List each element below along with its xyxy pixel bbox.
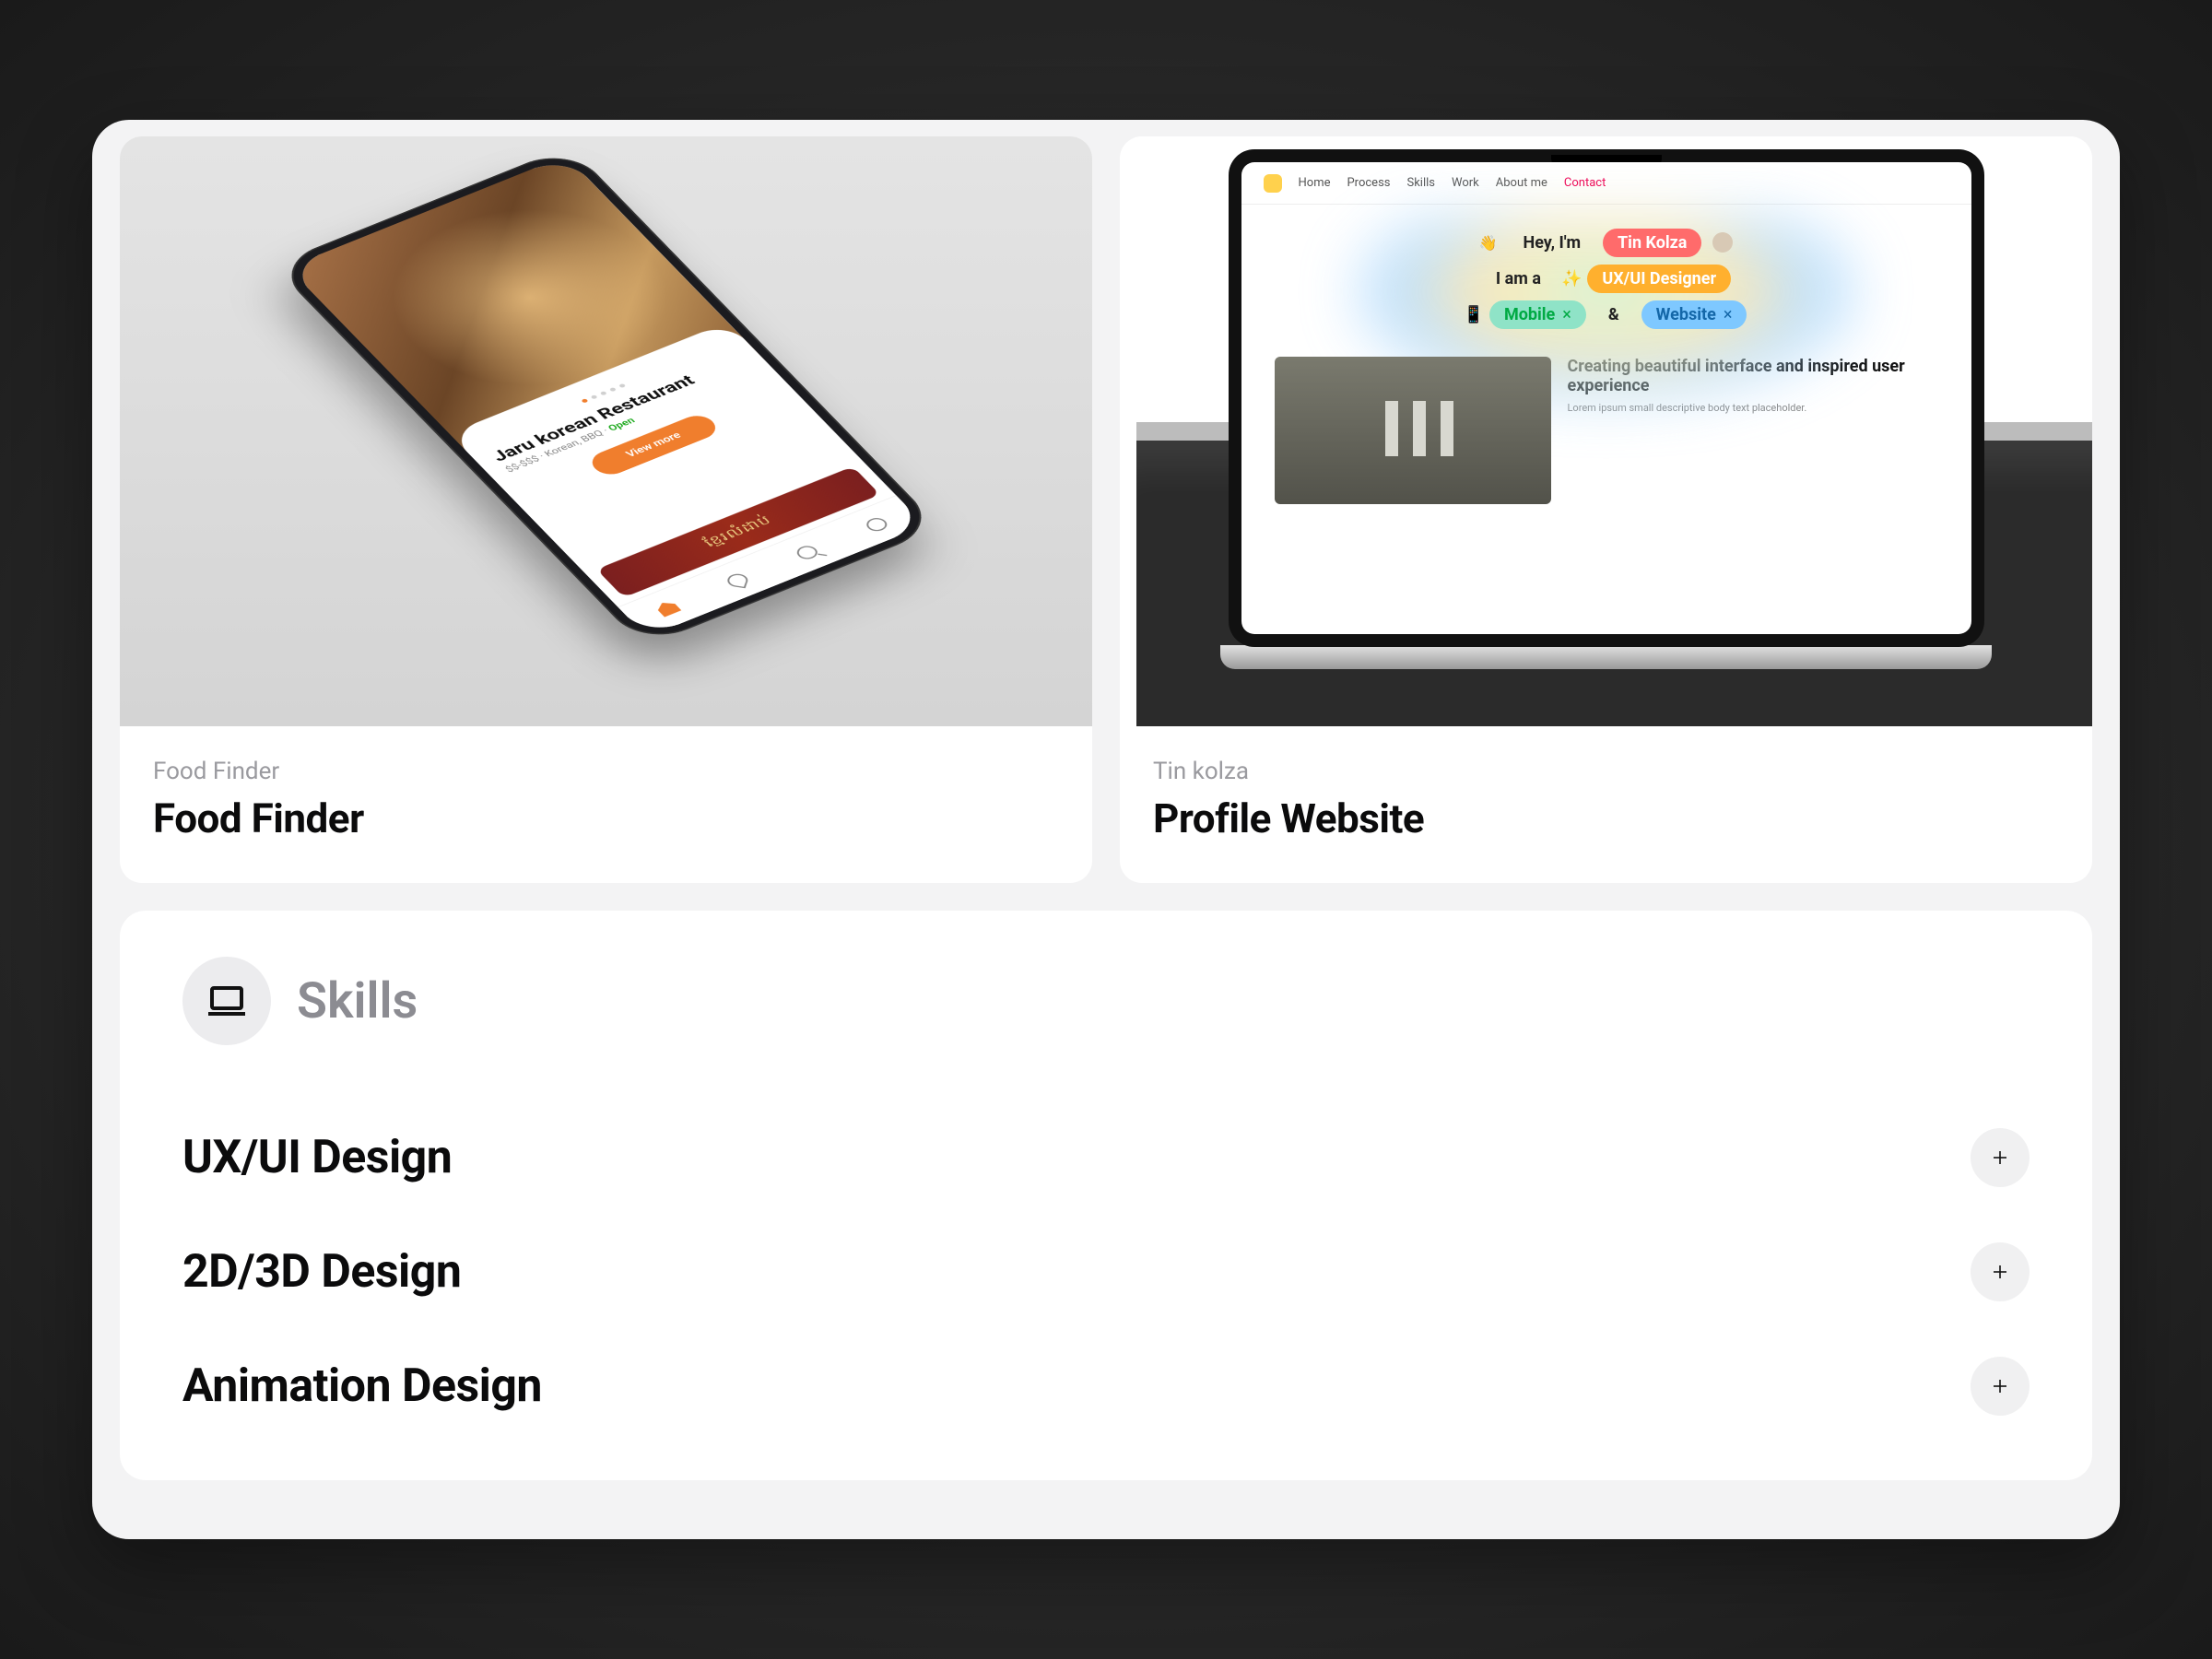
laptop-icon (182, 957, 271, 1045)
portfolio-section: Jaru korean Restaurant $$-$$$ · Korean, … (92, 120, 2120, 1539)
mock-navbar: Home Process Skills Work About me Contac… (1241, 162, 1971, 205)
location-icon (724, 572, 748, 588)
skill-name: UX/UI Design (182, 1131, 452, 1184)
project-thumbnail: Home Process Skills Work About me Contac… (1120, 136, 2092, 726)
skill-row-2d3d[interactable]: 2D/3D Design (182, 1215, 2030, 1329)
skill-name: Animation Design (182, 1359, 542, 1413)
skill-row-uxui[interactable]: UX/UI Design (182, 1100, 2030, 1215)
project-title: Food Finder (153, 794, 1059, 842)
expand-button[interactable] (1971, 1357, 2030, 1416)
search-icon (792, 544, 819, 561)
project-card-profile-website[interactable]: Home Process Skills Work About me Contac… (1120, 136, 2092, 883)
expand-button[interactable] (1971, 1128, 2030, 1187)
skills-panel: Skills UX/UI Design 2D/3D Design Animati… (120, 911, 2092, 1480)
plus-icon (1989, 1261, 2011, 1283)
project-meta: Tin kolza Profile Website (1120, 726, 2092, 883)
project-client: Food Finder (153, 758, 1059, 785)
laptop-mockup: Home Process Skills Work About me Contac… (1229, 149, 1984, 669)
plus-icon (1989, 1147, 2011, 1169)
mock-banner: ខ្មែរលំដាប់ (596, 466, 880, 597)
projects-row: Jaru korean Restaurant $$-$$$ · Korean, … (92, 120, 2120, 883)
mock-bottom-nav (618, 495, 925, 637)
project-client: Tin kolza (1153, 758, 2059, 785)
sparkle-icon: ✨ (1561, 269, 1582, 288)
wave-icon: 👋 (1479, 234, 1498, 252)
skills-heading: Skills (297, 972, 418, 1030)
expand-button[interactable] (1971, 1242, 2030, 1301)
user-icon (862, 515, 889, 533)
mock-section-body: Lorem ipsum small descriptive body text … (1568, 401, 1938, 417)
phone-mockup: Jaru korean Restaurant $$-$$$ · Korean, … (272, 146, 940, 647)
home-icon (653, 599, 681, 617)
skills-header: Skills (182, 957, 2030, 1045)
project-card-food-finder[interactable]: Jaru korean Restaurant $$-$$$ · Korean, … (120, 136, 1092, 883)
project-thumbnail: Jaru korean Restaurant $$-$$$ · Korean, … (120, 136, 1092, 726)
skill-name: 2D/3D Design (182, 1245, 461, 1299)
plus-icon (1989, 1375, 2011, 1397)
skill-row-animation[interactable]: Animation Design (182, 1329, 2030, 1443)
project-meta: Food Finder Food Finder (120, 726, 1092, 883)
brand-icon (1264, 174, 1282, 193)
avatar-icon (1712, 232, 1733, 253)
project-title: Profile Website (1153, 794, 2059, 842)
mock-photo (1275, 357, 1551, 504)
phone-icon: 📱 (1464, 305, 1484, 324)
mock-cta-button: View more (584, 411, 721, 478)
